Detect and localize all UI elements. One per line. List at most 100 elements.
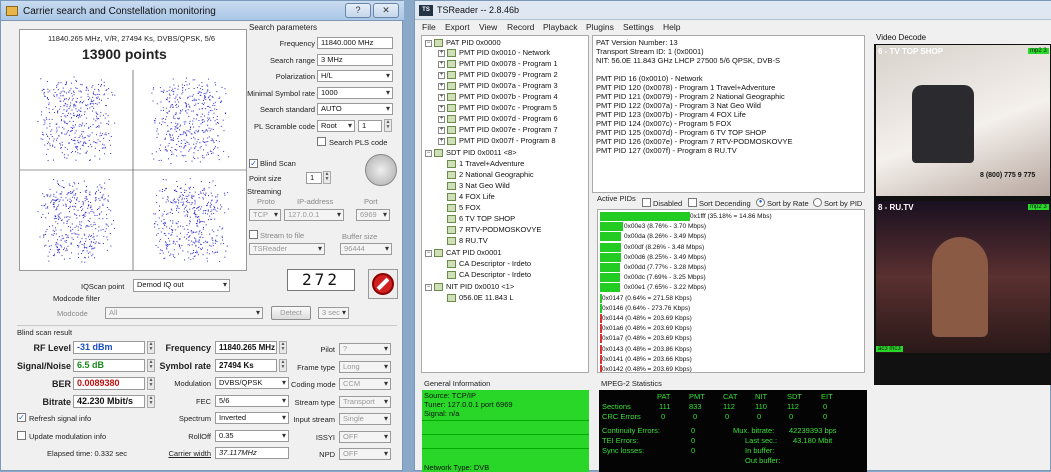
tree-item[interactable]: − PAT PID 0x0000 [425,38,501,48]
port-select[interactable]: 6969 [356,209,390,221]
frame-type-select[interactable]: Long [339,361,391,373]
tree-item[interactable]: + PMT PID 0x007b - Program 4 [438,92,558,102]
pid-row[interactable]: 0x01a7 (0.48% = 203.69 Kbps) [602,334,692,343]
pid-row[interactable]: 0x00d6 (8.25% - 3.49 Mbps) [624,253,706,262]
stream-file-checkbox[interactable] [249,230,258,239]
ip-select[interactable]: 127.0.0.1 [284,209,344,221]
pid-row[interactable]: 0x00dc (7.69% - 3.25 Mbps) [624,273,706,282]
tree-item[interactable]: + PMT PID 0x0079 - Program 2 [438,70,558,80]
stop-button[interactable] [368,269,398,299]
tree-item[interactable]: 7 RTV-PODMOSKOVYE [447,225,541,235]
tree-item[interactable]: − SDT PID 0x0011 <8> [425,148,517,158]
menu-export[interactable]: Export [445,22,470,32]
pilot-select[interactable]: ? [339,343,391,355]
tree-item[interactable]: 8 RU.TV [447,236,488,246]
pid-row[interactable]: 0x0147 (0.64% = 271.58 Kbps) [602,294,692,303]
rolloff-select[interactable]: 0.35 [215,430,289,442]
tree-item[interactable]: − CAT PID 0x0001 [425,248,502,258]
pid-row[interactable]: 0x0142 (0.48% = 203.69 Kbps) [602,365,692,372]
blind-scan-checkbox[interactable]: ✓ [249,159,258,168]
tree-item[interactable]: 056.0E 11.843 L [447,293,514,303]
pid-row[interactable]: 0x00e3 (8.76% - 3.70 Mbps) [624,222,706,231]
video-thumb-1[interactable]: 6 - TV TOP SHOP mp2 3 8 (800) 775 9 775 [876,45,1050,196]
tree-item[interactable]: 6 TV TOP SHOP [447,214,515,224]
close-button[interactable]: ✕ [373,3,399,18]
tree-item[interactable]: + PMT PID 0x0010 - Network [438,48,550,58]
pid-row[interactable]: 0x0141 (0.48% = 203.66 Kbps) [602,355,692,364]
stream-tree[interactable]: − PAT PID 0x0000 + PMT PID 0x0010 - Networ… [421,35,589,373]
tree-item[interactable]: + PMT PID 0x007d - Program 6 [438,114,558,124]
ber-spinner[interactable]: ▲ ▼ [147,377,155,390]
search-standard-select[interactable]: AUTO [317,103,393,115]
tree-item[interactable]: + PMT PID 0x007e - Program 7 [438,125,558,135]
tree-item[interactable]: CA Descriptor - Irdeto [447,270,531,280]
menu-settings[interactable]: Settings [623,22,654,32]
disabled-checkbox[interactable] [642,198,651,207]
snr-spinner[interactable]: ▲ ▼ [147,359,155,372]
sort-rate-radio[interactable]: ● [756,198,765,207]
search-pls-checkbox[interactable] [317,137,326,146]
tree-item[interactable]: + PMT PID 0x007c - Program 5 [438,103,557,113]
stream-type-select[interactable]: Transport [339,396,391,408]
tree-item[interactable]: 3 Nat Geo Wild [447,181,510,191]
tree-item[interactable]: + PMT PID 0x007a - Program 3 [438,81,558,91]
tree-item[interactable]: 1 Travel+Adventure [447,159,524,169]
polarization-select[interactable]: H/L [317,70,393,82]
pid-row[interactable]: 0x1fff (35.18% = 14.86 Mbs) [690,212,772,221]
video-thumb-2[interactable]: 8 - RU.TV mp2 3 [876,201,1050,353]
tree-item[interactable]: 4 FOX Life [447,192,495,202]
pid-row[interactable]: 0x00df (8.26% - 3.48 Mbps) [624,243,704,252]
coding-mode-select[interactable]: CCM [339,378,391,390]
pl-code-spinner[interactable]: ▲ ▼ [384,119,392,132]
tree-item[interactable]: + PMT PID 0x0078 - Program 1 [438,59,558,69]
pid-row[interactable]: 0x0143 (0.48% = 203.86 Kbps) [602,345,692,354]
menu-record[interactable]: Record [507,22,534,32]
pid-row[interactable]: 0x01a6 (0.48% = 203.69 Kbps) [602,324,692,333]
pid-row[interactable]: 0x0146 (0.64% - 273.76 Kbps) [602,304,690,313]
frequency-input[interactable]: 11840.000 MHz [317,37,393,49]
pl-scramble-select[interactable]: Root [317,120,355,132]
menu-view[interactable]: View [479,22,497,32]
tree-item[interactable]: 5 FOX [447,203,481,213]
tree-item[interactable]: + PMT PID 0x007f - Program 8 [438,136,556,146]
input-stream-select[interactable]: Single [339,413,391,425]
refresh-signal-checkbox[interactable]: ✓ [17,413,26,422]
spectrum-select[interactable]: Inverted [215,412,289,424]
pid-row[interactable]: 0x00dd (7.77% - 3.28 Mbps) [624,263,706,272]
seconds-select[interactable]: 3 sec [318,307,349,319]
pid-row[interactable]: 0x00e1 (7.65% - 3.22 Mbps) [624,283,706,292]
menu-file[interactable]: File [422,22,436,32]
menu-plugins[interactable]: Plugins [586,22,614,32]
detect-button[interactable]: Detect [271,306,311,320]
tree-item[interactable]: 2 National Geographic [447,170,534,180]
pl-code-input[interactable]: 1 [358,120,382,132]
tree-item[interactable]: CA Descriptor - Irdeto [447,259,531,269]
update-modulation-checkbox[interactable] [17,431,26,440]
issyi-select[interactable]: OFF [339,431,391,443]
tsreader-select[interactable]: TSReader [249,243,325,255]
npd-select[interactable]: OFF [339,448,391,460]
freq2-spinner[interactable]: ▲ ▼ [279,341,287,354]
help-button[interactable]: ? [345,3,371,18]
point-size-input[interactable]: 1 [306,172,322,184]
pid-row[interactable]: 0x00da (8.26% - 3.49 Mbps) [624,232,706,241]
pid-row[interactable]: 0x0144 (0.48% = 203.69 Kbps) [602,314,692,323]
iq-scan-select[interactable]: Demod IQ out [133,279,230,292]
menu-playback[interactable]: Playback [543,22,578,32]
sym-spinner[interactable]: ▲ ▼ [279,359,287,372]
rf-spinner[interactable]: ▲ ▼ [147,341,155,354]
proto-select[interactable]: TCP [249,209,281,221]
modulation-select[interactable]: DVBS/QPSK [215,377,289,389]
modcode-select[interactable]: All [105,307,263,319]
buffer-size-select[interactable]: 96444 [340,243,392,255]
menu-help[interactable]: Help [663,22,680,32]
tree-item[interactable]: − NIT PID 0x0010 <1> [425,282,514,292]
point-size-spinner[interactable]: ▲ ▼ [323,171,331,184]
fec-select[interactable]: 5/6 [215,395,289,407]
search-range-input[interactable]: 3 MHz [317,54,393,66]
bitrate-spinner[interactable]: ▲ ▼ [147,395,155,408]
sort-desc-checkbox[interactable] [688,198,697,207]
min-symbol-select[interactable]: 1000 [317,87,393,99]
satellite-icon[interactable] [365,154,397,186]
sort-pid-radio[interactable] [813,198,822,207]
